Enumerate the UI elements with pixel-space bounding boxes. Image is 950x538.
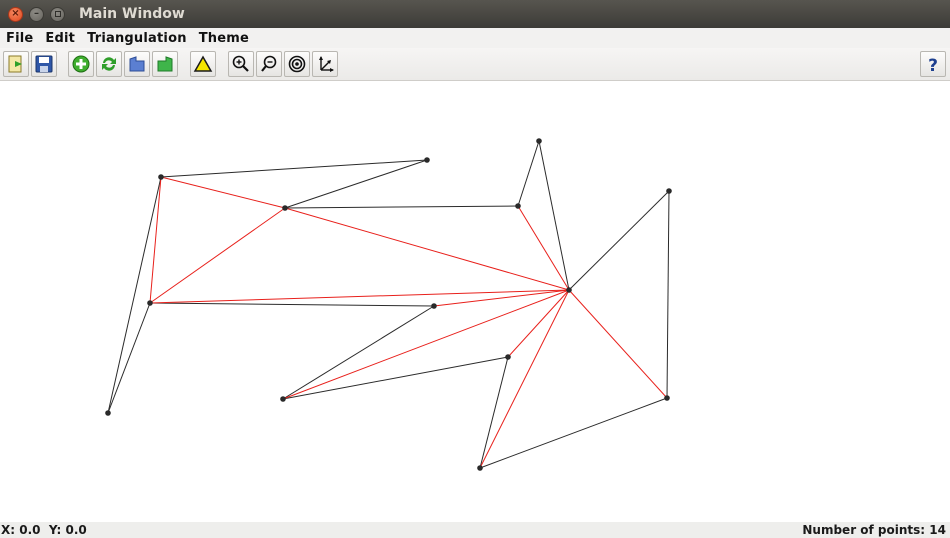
triangulation-edge (568, 289, 668, 399)
points-label: Number of points: (802, 523, 926, 537)
zoom-out-icon (261, 55, 277, 72)
graph-point[interactable] (664, 395, 670, 401)
coordinate-readout: X: 0.0 Y: 0.0 (1, 523, 87, 537)
triangulation-edge (149, 176, 162, 304)
close-icon: × (11, 8, 20, 19)
maximize-window-button[interactable] (50, 6, 65, 22)
points-value: 14 (929, 523, 946, 537)
minimize-window-button[interactable]: – (29, 6, 44, 22)
main-window: × – Main Window File Edit Triangulation … (0, 0, 950, 538)
triangulation-edge (479, 289, 570, 469)
boundary-edge (517, 140, 540, 207)
toolbar: ? (0, 48, 950, 81)
title-bar: × – Main Window (0, 0, 950, 28)
move-axes-icon (319, 56, 334, 72)
close-window-button[interactable]: × (8, 6, 23, 22)
redo-button[interactable] (152, 51, 178, 77)
triangulation-edge (507, 289, 570, 358)
menu-triangulation[interactable]: Triangulation (87, 31, 187, 46)
maximize-icon (54, 11, 61, 17)
graph-point[interactable] (505, 354, 511, 360)
open-file-button[interactable] (3, 51, 29, 77)
undo-button[interactable] (124, 51, 150, 77)
boundary-edge (149, 302, 435, 307)
graph-point[interactable] (536, 138, 542, 144)
y-label: Y: (48, 523, 62, 537)
zoom-in-icon (232, 55, 249, 72)
graph-point[interactable] (147, 300, 153, 306)
graph-point[interactable] (282, 205, 288, 211)
add-point-button[interactable] (68, 51, 94, 77)
graph-point[interactable] (158, 174, 164, 180)
svg-text:?: ? (928, 56, 938, 74)
x-value: 0.0 (19, 523, 41, 537)
help-button[interactable]: ? (920, 51, 946, 77)
status-bar: X: 0.0 Y: 0.0 Number of points: 14 (0, 522, 950, 538)
center-view-button[interactable] (284, 51, 310, 77)
triangulation-graph (105, 138, 672, 471)
open-file-icon (8, 55, 22, 73)
refresh-icon (102, 57, 116, 71)
graph-point[interactable] (477, 465, 483, 471)
minimize-icon: – (34, 8, 39, 19)
graph-point[interactable] (515, 203, 521, 209)
boundary-edge (160, 159, 428, 178)
x-label: X: (1, 523, 16, 537)
graph-point[interactable] (666, 188, 672, 194)
zoom-out-button[interactable] (256, 51, 282, 77)
triangulation-edge (149, 207, 286, 304)
refresh-button[interactable] (96, 51, 122, 77)
zoom-in-button[interactable] (228, 51, 254, 77)
target-icon (288, 55, 306, 73)
graph-point[interactable] (424, 157, 430, 163)
graph-point[interactable] (280, 396, 286, 402)
triangulation-edge (149, 289, 570, 304)
undo-icon (129, 56, 145, 72)
save-button[interactable] (31, 51, 57, 77)
pan-button[interactable] (312, 51, 338, 77)
menu-edit[interactable]: Edit (45, 31, 75, 46)
triangle-icon (193, 55, 213, 72)
boundary-edge (666, 190, 670, 399)
boundary-edge (479, 397, 668, 469)
triangulation-canvas[interactable] (0, 82, 950, 522)
graph-point[interactable] (105, 410, 111, 416)
y-value: 0.0 (65, 523, 87, 537)
triangulate-button[interactable] (190, 51, 216, 77)
triangulation-edge (160, 176, 286, 209)
boundary-edge (568, 190, 670, 291)
add-point-icon (72, 55, 90, 73)
boundary-edge (107, 176, 162, 414)
menu-theme[interactable]: Theme (199, 31, 249, 46)
window-title: Main Window (79, 6, 185, 22)
point-count-readout: Number of points: 14 (802, 523, 946, 537)
boundary-edge (284, 159, 428, 209)
menu-file[interactable]: File (6, 31, 33, 46)
help-icon: ? (928, 56, 938, 74)
boundary-edge (538, 140, 570, 291)
boundary-edge (479, 356, 509, 469)
menu-bar: File Edit Triangulation Theme (0, 28, 950, 48)
graph-point[interactable] (431, 303, 437, 309)
redo-icon (157, 56, 173, 72)
save-icon (35, 55, 53, 73)
boundary-edge (284, 205, 519, 209)
graph-point[interactable] (566, 287, 572, 293)
